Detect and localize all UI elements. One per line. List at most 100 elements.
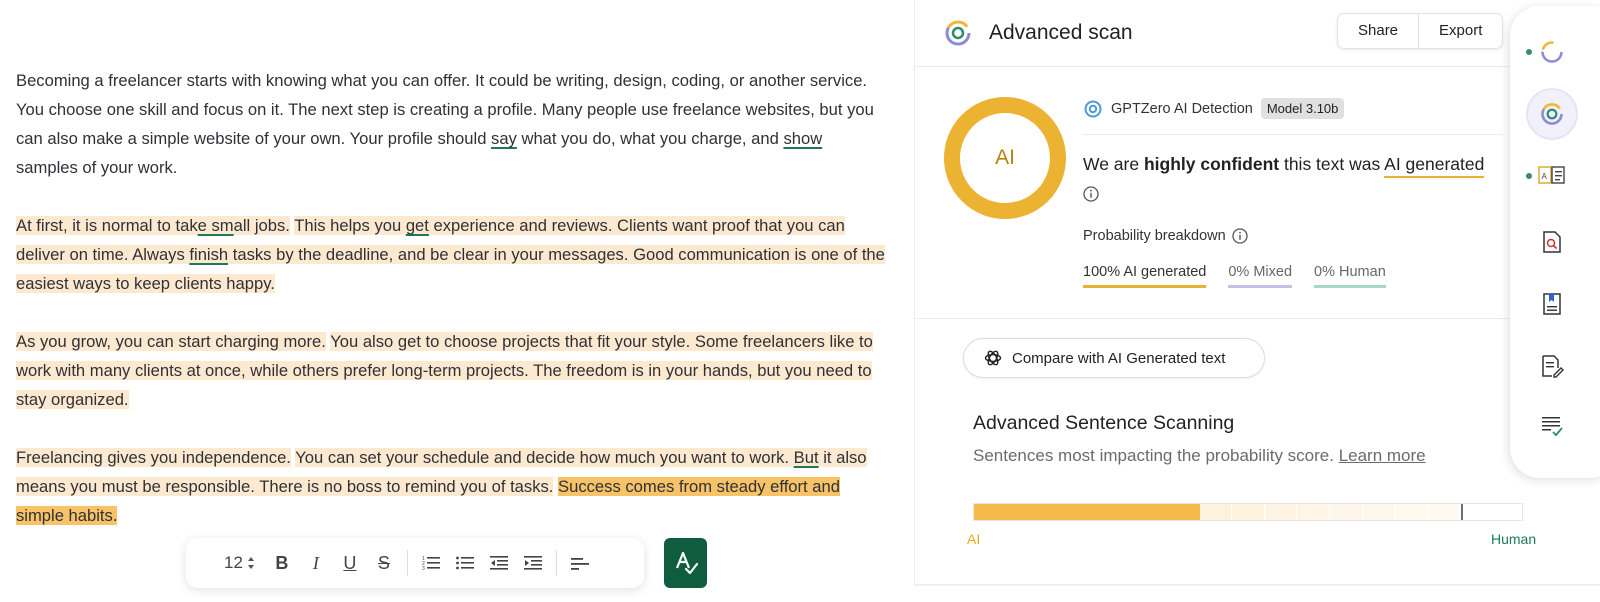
loading-ring-icon bbox=[1541, 41, 1563, 63]
format-toolbar: 12 B I U S 123 bbox=[186, 538, 644, 588]
info-icon[interactable] bbox=[1232, 228, 1248, 244]
paragraph: Freelancing gives you independence. You … bbox=[16, 443, 886, 530]
verdict-middle: this text was bbox=[1279, 154, 1385, 174]
text-segment: samples of your work. bbox=[16, 158, 178, 177]
svg-text:3: 3 bbox=[422, 566, 425, 571]
highlighted-sentence[interactable]: Freelancing gives you independence. bbox=[16, 448, 291, 467]
ai-vocab-icon: A bbox=[1538, 166, 1565, 184]
probability-mixed[interactable]: 0% Mixed bbox=[1228, 264, 1293, 288]
bold-button[interactable]: B bbox=[265, 546, 299, 580]
share-button[interactable]: Share bbox=[1338, 14, 1418, 48]
highlighted-sentence[interactable]: This helps you bbox=[294, 216, 406, 235]
flagged-word[interactable]: get bbox=[405, 216, 429, 235]
flagged-word[interactable]: e sm bbox=[197, 216, 234, 235]
compare-ai-button[interactable]: Compare with AI Generated text bbox=[963, 338, 1265, 378]
learn-more-link[interactable]: Learn more bbox=[1339, 446, 1426, 465]
gptzero-logo-icon bbox=[1541, 103, 1563, 125]
rail-item-source-search[interactable] bbox=[1532, 222, 1572, 262]
scan-panel: Advanced scan Share Export AI GPTZero AI… bbox=[914, 0, 1536, 585]
verdict-confidence: highly confident bbox=[1143, 154, 1280, 174]
verdict-text: We are highly confident this text was AI… bbox=[1083, 154, 1485, 178]
bookmark-document-icon bbox=[1543, 293, 1561, 315]
rail-item-ai-vocab[interactable]: A bbox=[1526, 156, 1572, 196]
scale-segment bbox=[1330, 504, 1363, 520]
verdict-result: AI generated bbox=[1384, 154, 1485, 178]
document-body[interactable]: Becoming a freelancer starts with knowin… bbox=[16, 66, 886, 559]
toolbar-divider bbox=[406, 550, 408, 576]
paragraph: Becoming a freelancer starts with knowin… bbox=[16, 66, 886, 182]
detector-row: GPTZero AI Detection Model 3.10b bbox=[1083, 98, 1345, 119]
highlighted-sentence[interactable]: At first, it is normal to tak bbox=[16, 216, 198, 235]
active-dot bbox=[1526, 173, 1532, 179]
scale-ai-label: AI bbox=[967, 531, 981, 547]
decrease-indent-button[interactable] bbox=[482, 546, 516, 580]
rail-item-scan[interactable] bbox=[1528, 90, 1576, 138]
align-left-icon bbox=[570, 558, 589, 570]
strikethrough-button[interactable]: S bbox=[367, 546, 401, 580]
flagged-word[interactable]: say bbox=[491, 129, 517, 148]
editor-pane: Becoming a freelancer starts with knowin… bbox=[0, 0, 905, 602]
info-icon[interactable] bbox=[1083, 186, 1099, 202]
gptzero-logo-icon bbox=[945, 20, 971, 46]
flagged-word[interactable]: finish bbox=[189, 245, 229, 264]
font-size-select[interactable]: 12 bbox=[224, 553, 255, 573]
highlighted-sentence[interactable]: You can set your schedule and decide how… bbox=[295, 448, 794, 467]
compare-label: Compare with AI Generated text bbox=[1012, 349, 1226, 367]
increase-indent-button[interactable] bbox=[516, 546, 550, 580]
gauge-label: AI bbox=[995, 146, 1015, 169]
sentence-scale-bar[interactable] bbox=[973, 503, 1523, 521]
indent-icon bbox=[523, 556, 542, 570]
checklist-icon bbox=[1542, 417, 1563, 437]
flagged-word[interactable]: But bbox=[793, 448, 819, 467]
toolbar-divider bbox=[555, 550, 557, 576]
italic-button[interactable]: I bbox=[299, 546, 333, 580]
flagged-word[interactable]: show bbox=[783, 129, 822, 148]
outdent-icon bbox=[489, 556, 508, 570]
underline-button[interactable]: U bbox=[333, 546, 367, 580]
bullet-list-button[interactable] bbox=[448, 546, 482, 580]
advanced-scanning-subtitle: Sentences most impacting the probability… bbox=[973, 446, 1426, 466]
probability-ai[interactable]: 100% AI generated bbox=[1083, 264, 1207, 288]
rail-item-writing-feedback[interactable] bbox=[1532, 346, 1572, 386]
probability-human[interactable]: 0% Human bbox=[1314, 264, 1386, 288]
probability-row: 100% AI generated 0% Mixed 0% Human bbox=[1083, 264, 1386, 288]
spellcheck-button[interactable] bbox=[664, 538, 707, 588]
scale-marker bbox=[1460, 504, 1463, 520]
font-size-value: 12 bbox=[224, 553, 243, 572]
scale-fill bbox=[974, 504, 1200, 520]
scale-segment bbox=[1362, 504, 1396, 520]
rail-item-checklist[interactable] bbox=[1532, 406, 1572, 446]
bullet-list-icon bbox=[456, 556, 474, 570]
panel-bottom-divider bbox=[914, 584, 1600, 586]
export-button[interactable]: Export bbox=[1418, 14, 1502, 48]
rail-item-status[interactable] bbox=[1526, 32, 1572, 72]
numbered-list-button[interactable]: 123 bbox=[414, 546, 448, 580]
scale-segment bbox=[1199, 504, 1233, 520]
probability-breakdown-title: Probability breakdown bbox=[1083, 228, 1248, 244]
scale-human-label: Human bbox=[1491, 531, 1537, 547]
stepper-icon bbox=[247, 557, 254, 569]
scale-segment bbox=[1264, 504, 1298, 520]
model-badge: Model 3.10b bbox=[1260, 98, 1345, 119]
numbered-list-icon: 123 bbox=[422, 556, 440, 571]
verdict-prefix: We are bbox=[1083, 154, 1144, 174]
highlighted-sentence[interactable]: As you grow, you can start charging more… bbox=[16, 332, 326, 351]
scale-segment bbox=[1428, 504, 1461, 520]
rail-item-citations[interactable] bbox=[1532, 284, 1572, 324]
active-dot bbox=[1526, 49, 1532, 55]
highlighted-sentence[interactable]: all jobs. bbox=[233, 216, 290, 235]
scale-segment bbox=[1297, 504, 1331, 520]
scan-title: Advanced scan bbox=[989, 21, 1133, 44]
openai-logo-icon bbox=[984, 350, 1002, 366]
align-left-button[interactable] bbox=[563, 546, 597, 580]
search-document-icon bbox=[1543, 231, 1561, 253]
advanced-subtitle-text: Sentences most impacting the probability… bbox=[973, 446, 1339, 465]
paragraph: At first, it is normal to take small job… bbox=[16, 211, 886, 298]
probability-title-text: Probability breakdown bbox=[1083, 228, 1226, 244]
paragraph: As you grow, you can start charging more… bbox=[16, 327, 886, 414]
detector-logo-icon bbox=[1084, 100, 1102, 117]
section-divider bbox=[915, 318, 1515, 319]
scale-segment bbox=[1232, 504, 1265, 520]
edit-document-icon bbox=[1542, 355, 1564, 378]
scan-header: Advanced scan Share Export bbox=[915, 0, 1515, 67]
